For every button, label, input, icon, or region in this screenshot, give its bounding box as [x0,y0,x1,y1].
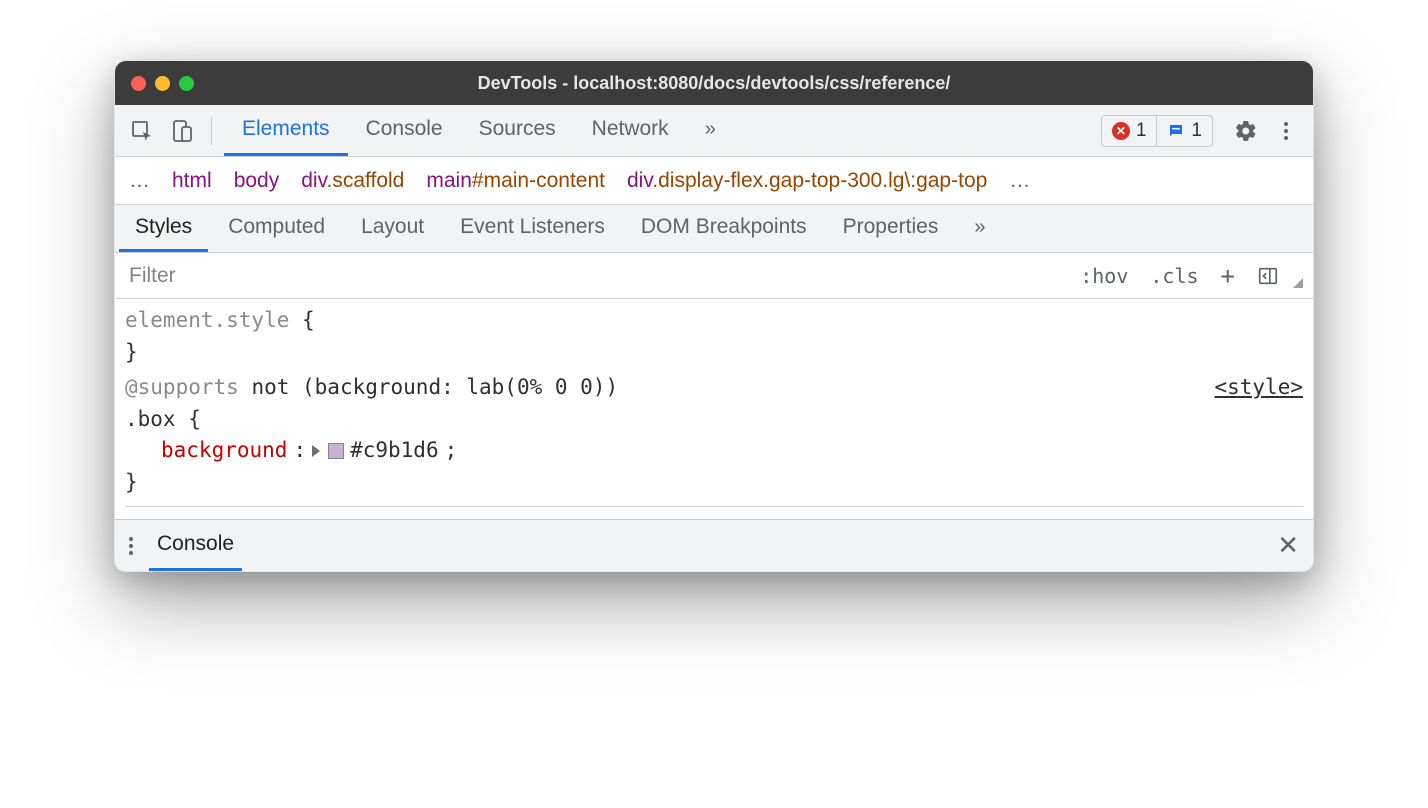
main-toolbar: Elements Console Sources Network » ✕ 1 1 [115,105,1313,157]
window-traffic-lights [131,76,194,91]
tab-label: Console [366,117,443,141]
settings-gear-icon[interactable] [1229,114,1263,148]
drawer-tab-console[interactable]: Console [149,520,242,571]
declaration-background[interactable]: background: #c9b1d6; [125,435,1303,467]
tab-label: Elements [242,117,330,141]
tab-label: Sources [479,117,556,141]
selector: .box [125,407,176,431]
at-rule-keyword: @supports [125,375,239,399]
more-tabs-chevron-icon[interactable]: » [687,105,734,156]
error-icon: ✕ [1112,122,1130,140]
subtab-label: Layout [361,215,424,239]
subtab-layout[interactable]: Layout [345,205,440,252]
maximize-window-button[interactable] [179,76,194,91]
tab-elements[interactable]: Elements [224,105,348,156]
subtab-label: DOM Breakpoints [641,215,807,239]
messages-count: 1 [1191,120,1202,142]
device-toolbar-icon[interactable] [165,114,199,148]
resize-handle-icon[interactable] [1293,278,1303,288]
styles-sub-tabs: Styles Computed Layout Event Listeners D… [115,205,1313,253]
tab-sources[interactable]: Sources [461,105,574,156]
main-tabs: Elements Console Sources Network » [224,105,734,156]
styles-filter-input[interactable] [125,260,1076,292]
breadcrumb-overflow-left[interactable]: … [129,169,150,193]
toggle-hover-button[interactable]: :hov [1076,262,1132,290]
drawer-tab-label: Console [157,532,234,556]
selector: element.style [125,308,289,332]
css-value: #c9b1d6 [350,435,439,467]
minimize-window-button[interactable] [155,76,170,91]
styles-panel: element.style { } @supports not (backgro… [115,299,1313,519]
subtab-dom-breakpoints[interactable]: DOM Breakpoints [625,205,823,252]
errors-count: 1 [1136,120,1147,142]
window-title: DevTools - localhost:8080/docs/devtools/… [115,73,1313,94]
css-property: background [161,435,287,467]
tab-console[interactable]: Console [348,105,461,156]
styles-filter-bar: :hov .cls + [115,253,1313,299]
rule-separator [125,506,1303,507]
separator [211,117,212,145]
new-style-rule-button[interactable]: + [1217,260,1239,292]
stylesheet-source-link[interactable]: <style> [1214,372,1303,404]
tab-label: Network [592,117,669,141]
breadcrumb-div-display-flex[interactable]: div.display-flex.gap-top-300.lg\:gap-top [627,169,987,193]
message-icon [1167,122,1185,140]
subtab-label: Styles [135,215,192,239]
messages-badge[interactable]: 1 [1156,116,1212,146]
titlebar: DevTools - localhost:8080/docs/devtools/… [115,61,1313,105]
subtab-event-listeners[interactable]: Event Listeners [444,205,621,252]
console-drawer: Console ✕ [115,519,1313,571]
tab-network[interactable]: Network [574,105,687,156]
rule-supports-box[interactable]: @supports not (background: lab(0% 0 0)) … [125,372,1303,498]
inspect-element-icon[interactable] [125,114,159,148]
dom-breadcrumbs: … html body div.scaffold main#main-conte… [115,157,1313,205]
color-swatch[interactable] [328,443,344,459]
devtools-window: DevTools - localhost:8080/docs/devtools/… [114,60,1314,572]
styles-side-controls: :hov .cls + [1076,260,1303,292]
rule-element-style[interactable]: element.style { } [125,305,1303,368]
subtab-properties[interactable]: Properties [827,205,955,252]
breadcrumb-overflow-right[interactable]: … [1009,169,1030,193]
close-window-button[interactable] [131,76,146,91]
more-options-kebab-icon[interactable] [1269,114,1303,148]
breadcrumb-html[interactable]: html [172,169,212,193]
at-rule-condition: not (background: lab(0% 0 0)) [239,375,618,399]
close-drawer-button[interactable]: ✕ [1277,530,1299,561]
issues-badges: ✕ 1 1 [1101,115,1213,147]
breadcrumb-body[interactable]: body [234,169,280,193]
subtab-more-chevron-icon[interactable]: » [958,205,1001,252]
drawer-more-options-icon[interactable] [129,537,133,555]
errors-badge[interactable]: ✕ 1 [1102,116,1157,146]
subtab-label: Event Listeners [460,215,605,239]
breadcrumb-main[interactable]: main#main-content [426,169,605,193]
expand-shorthand-icon[interactable] [312,445,320,457]
subtab-label: Properties [843,215,939,239]
subtab-computed[interactable]: Computed [212,205,341,252]
subtab-styles[interactable]: Styles [119,205,208,252]
breadcrumb-div-scaffold[interactable]: div.scaffold [301,169,404,193]
toggle-classes-button[interactable]: .cls [1146,262,1202,290]
computed-sidebar-toggle-icon[interactable] [1253,263,1283,289]
subtab-label: Computed [228,215,325,239]
